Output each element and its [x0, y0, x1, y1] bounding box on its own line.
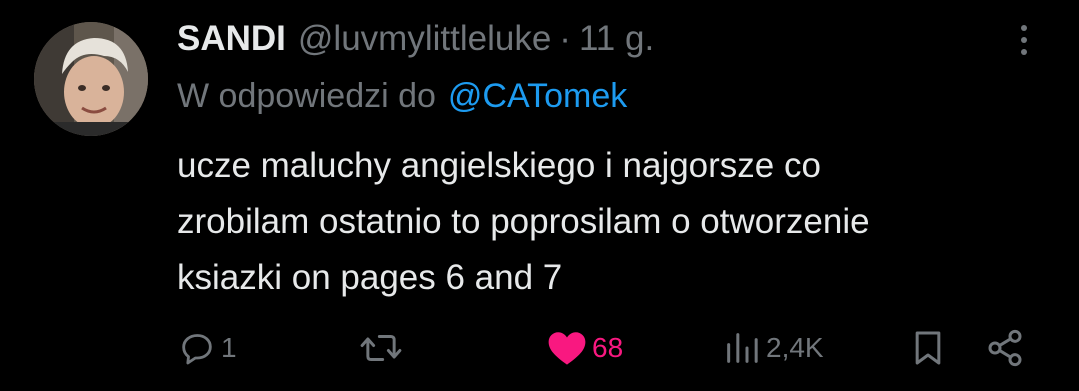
tweet-header: SANDI @luvmylittleluke · 11 g.	[177, 14, 654, 64]
views-button[interactable]: 2,4K	[722, 322, 824, 374]
tweet-text: ucze maluchy angielskiego i najgorsze co…	[177, 138, 1047, 306]
reply-prefix: W odpowiedzi do	[177, 76, 436, 115]
share-button[interactable]	[984, 322, 1026, 374]
tweet-text-line: zrobilam ostatnio to poprosilam o otworz…	[177, 202, 870, 241]
views-chart-icon	[727, 333, 758, 363]
author-name[interactable]: SANDI	[177, 19, 286, 59]
author-handle[interactable]: @luvmylittleluke	[298, 19, 551, 59]
more-vertical-icon	[1021, 25, 1027, 31]
bookmark-icon	[915, 331, 941, 365]
like-button[interactable]: 68	[546, 322, 623, 374]
action-bar: 1 68 2,4K	[0, 322, 1079, 374]
reply-button[interactable]: 1	[177, 322, 237, 374]
tweet[interactable]: SANDI @luvmylittleluke · 11 g. W odpowie…	[0, 0, 1079, 391]
reply-bubble-icon	[182, 334, 212, 365]
avatar-image	[34, 22, 148, 136]
reply-mention-link[interactable]: @CATomek	[448, 77, 627, 116]
separator-dot: ·	[559, 19, 571, 58]
more-vertical-icon-dot	[1021, 49, 1027, 55]
like-count: 68	[592, 332, 624, 363]
repost-icon	[360, 335, 402, 361]
more-vertical-icon-dot	[1021, 37, 1027, 43]
reply-context: W odpowiedzi do @CATomek	[177, 72, 627, 120]
tweet-timestamp[interactable]: 11 g.	[579, 19, 654, 59]
heart-filled-icon	[548, 332, 586, 365]
reply-count: 1	[221, 332, 237, 363]
views-count: 2,4K	[766, 332, 824, 363]
more-options-button[interactable]	[1004, 18, 1044, 62]
repost-button[interactable]	[358, 322, 408, 374]
avatar[interactable]	[34, 22, 148, 136]
tweet-text-line: ucze maluchy angielskiego i najgorsze co	[177, 146, 821, 185]
tweet-text-line: ksiazki on pages 6 and 7	[177, 258, 563, 297]
share-icon	[988, 329, 1022, 367]
bookmark-button[interactable]	[908, 322, 948, 374]
